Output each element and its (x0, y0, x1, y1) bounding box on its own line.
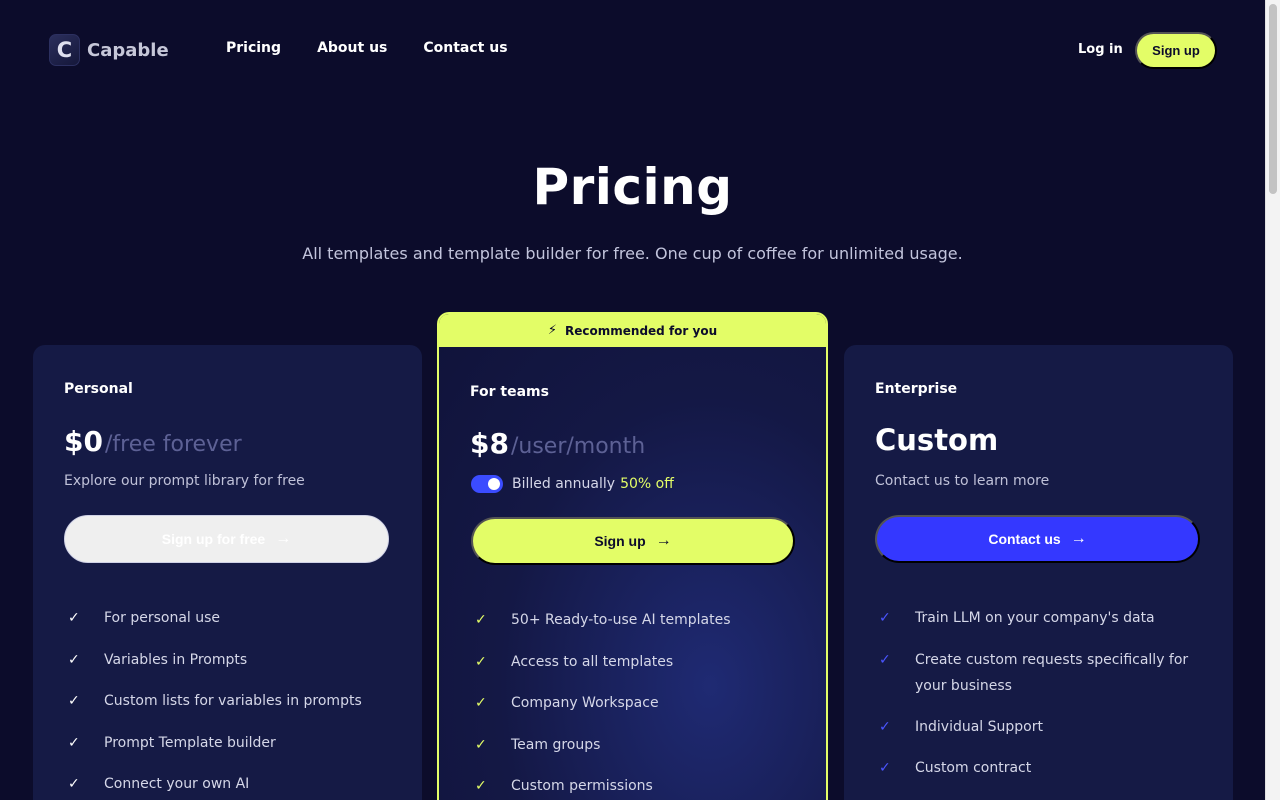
plan-name: Enterprise (875, 381, 958, 397)
nav-signup-button[interactable]: Sign up (1135, 32, 1217, 69)
feature-text: Variables in Prompts (104, 651, 248, 668)
feature-text: Access to all templates (511, 653, 674, 670)
plan-card-personal: Personal $0 /free forever Explore our pr… (33, 345, 422, 800)
logo-mark-icon: C (49, 34, 80, 66)
cta-label: Sign up for free (161, 531, 266, 547)
list-item: ✓ Company Workspace (475, 690, 801, 732)
nav-link-pricing[interactable]: Pricing (226, 40, 281, 56)
check-icon: ✓ (879, 651, 891, 668)
arrow-right-icon: → (655, 532, 672, 549)
plan-name: Personal (64, 381, 133, 397)
brand-logo[interactable]: C Capable (49, 34, 169, 66)
feature-list: ✓ 50+ Ready-to-use AI templates ✓ Access t… (475, 607, 801, 800)
list-item: ✓ Create custom requests specifically for… (879, 647, 1205, 714)
plan-card-teams: ⚡ Recommended for you For teams $8 /user… (437, 312, 828, 800)
check-icon: ✓ (475, 736, 487, 753)
check-icon: ✓ (475, 778, 487, 794)
check-icon: ✓ (68, 651, 80, 668)
check-icon: ✓ (879, 760, 891, 776)
list-item: ✓ Access to all templates (475, 649, 801, 691)
contact-us-button[interactable]: Contact us → (875, 515, 1200, 563)
toggle-knob (488, 478, 500, 490)
list-item: ✓ Prompt Template builder (68, 730, 394, 772)
login-link[interactable]: Log in (1078, 42, 1123, 57)
list-item: ✓ Individual Support (879, 714, 1205, 756)
cta-label: Sign up (594, 533, 646, 549)
feature-list: ✓ Train LLM on your company's data ✓ Creat… (879, 605, 1205, 797)
feature-text: Prompt Template builder (104, 734, 276, 751)
check-icon: ✓ (68, 734, 80, 751)
check-icon: ✓ (475, 653, 487, 670)
feature-text: Train LLM on your company's data (915, 610, 1155, 626)
billing-discount: 50% off (620, 476, 674, 492)
page-subtitle: All templates and template builder for f… (302, 244, 963, 263)
feature-list: ✓ For personal use ✓ Variables in Prompts … (68, 605, 394, 800)
price-amount: $0 (64, 425, 103, 458)
nav-links: Pricing About us Contact us (226, 40, 544, 56)
check-icon: ✓ (68, 610, 80, 626)
arrow-right-icon: → (275, 530, 292, 547)
check-icon: ✓ (68, 776, 80, 792)
check-icon: ✓ (475, 695, 487, 711)
top-nav: C Capable Pricing About us Contact us Lo… (0, 0, 1265, 100)
feature-text: Connect your own AI (104, 776, 250, 792)
billing-label: Billed annually (512, 476, 616, 492)
billing-annual-toggle[interactable] (471, 475, 503, 493)
plan-price: $8 /user/month (470, 427, 645, 460)
plan-description: Explore our prompt library for free (64, 473, 305, 489)
nav-link-about[interactable]: About us (317, 40, 387, 56)
list-item: ✓ Custom contract (879, 755, 1205, 797)
plan-card-enterprise: Enterprise Custom Contact us to learn mo… (844, 345, 1233, 800)
signup-free-button[interactable]: Sign up for free → (64, 515, 389, 563)
lightning-bolt-icon: ⚡ (547, 323, 558, 338)
price-period: /user/month (510, 434, 646, 459)
feature-text: For personal use (104, 610, 221, 626)
check-icon: ✓ (879, 718, 891, 735)
feature-text: Create custom requests specifically for … (915, 651, 1189, 694)
check-icon: ✓ (68, 693, 80, 709)
feature-text: Team groups (511, 736, 601, 753)
feature-text: Company Workspace (511, 695, 659, 711)
list-item: ✓ Custom permissions (475, 773, 801, 800)
feature-text: Individual Support (915, 718, 1043, 735)
page-scrollbar[interactable] (1265, 0, 1280, 800)
plan-description: Contact us to learn more (875, 473, 1050, 489)
plan-name: For teams (470, 384, 549, 400)
recommended-label: Recommended for you (565, 323, 718, 338)
list-item: ✓ Connect your own AI (68, 771, 394, 800)
arrow-right-icon: → (1070, 530, 1087, 547)
price-period: /free forever (104, 432, 242, 457)
list-item: ✓ For personal use (68, 605, 394, 647)
recommended-badge: ⚡ Recommended for you (439, 314, 826, 347)
list-item: ✓ 50+ Ready-to-use AI templates (475, 607, 801, 649)
check-icon: ✓ (475, 612, 487, 628)
check-icon: ✓ (879, 610, 891, 626)
list-item: ✓ Train LLM on your company's data (879, 605, 1205, 647)
feature-text: Custom lists for variables in prompts (104, 693, 362, 709)
price-amount: $8 (470, 427, 509, 460)
teams-signup-button[interactable]: Sign up → (471, 517, 795, 565)
brand-name: Capable (87, 39, 169, 61)
feature-text: Custom contract (915, 760, 1032, 776)
cta-label: Contact us (988, 531, 1061, 547)
nav-link-contact[interactable]: Contact us (423, 40, 507, 56)
page-title: Pricing (532, 158, 733, 216)
plan-price: $0 /free forever (64, 425, 242, 458)
scrollbar-thumb[interactable] (1269, 4, 1277, 194)
feature-text: 50+ Ready-to-use AI templates (511, 612, 731, 628)
list-item: ✓ Custom lists for variables in prompts (68, 688, 394, 730)
list-item: ✓ Team groups (475, 732, 801, 774)
price-amount: Custom (875, 423, 999, 457)
billing-toggle-row: Billed annually 50% off (471, 475, 674, 493)
list-item: ✓ Variables in Prompts (68, 647, 394, 689)
feature-text: Custom permissions (511, 778, 653, 794)
